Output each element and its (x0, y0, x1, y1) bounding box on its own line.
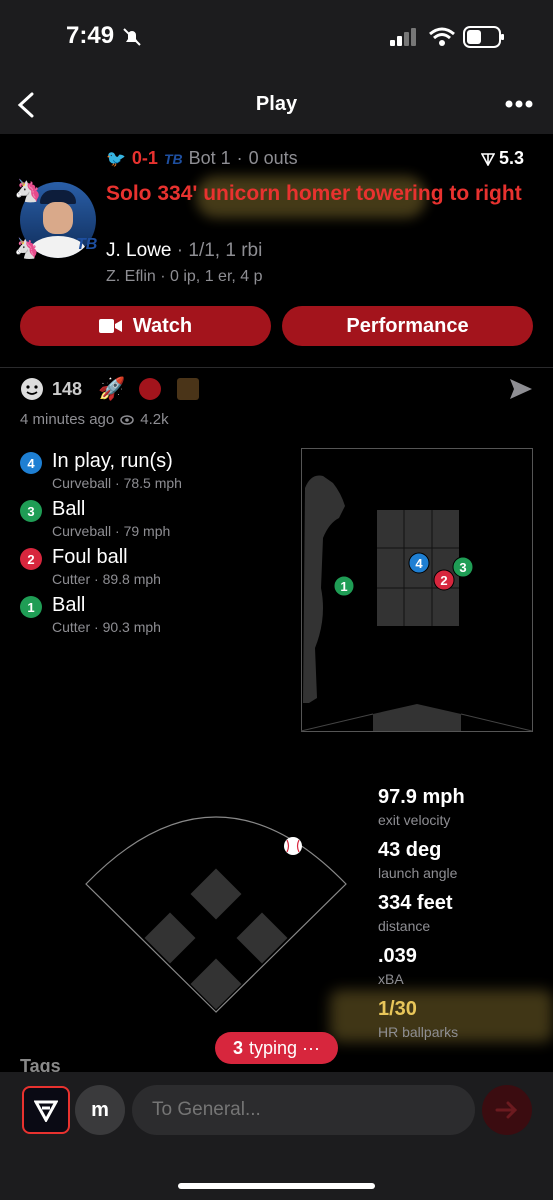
pitch-marker: 1 (333, 575, 355, 597)
pitch-result: Foul ball (52, 546, 128, 568)
wifi-icon (429, 27, 455, 46)
reactions-bar[interactable]: 148 🚀 (20, 376, 200, 402)
post-meta: 4 minutes ago 4.2k (20, 411, 169, 428)
player-sticker-icon[interactable] (177, 378, 200, 400)
reaction-count: 148 (52, 378, 83, 399)
pitch-number-badge: 2 (20, 548, 42, 570)
pitcher-line: Z. Eflin · 0 ip, 1 er, 4 p (106, 268, 263, 285)
svg-text:3: 3 (459, 560, 466, 575)
smiley-icon[interactable] (20, 377, 44, 401)
pitch-list: 4 In play, run(s) Curveball · 78.5 mph 3… (20, 450, 280, 650)
video-camera-icon (98, 319, 122, 333)
strike-zone-diagram: 4 3 2 1 (301, 448, 533, 732)
pitch-number-badge: 3 (20, 500, 42, 522)
stat-value: 43 deg (378, 839, 442, 861)
pitch-speed: 89.8 mph (102, 571, 161, 587)
unicorn-icon: 🦄 (14, 178, 42, 203)
pitch-result: Ball (52, 594, 86, 616)
pitch-speed: 78.5 mph (123, 475, 182, 491)
batter-line: J. Lowe · 1/1, 1 rbi (106, 240, 263, 261)
home-indicator (178, 1183, 375, 1189)
first-base (236, 912, 288, 964)
home-plate-base (190, 958, 242, 1010)
stat-label: xBA (378, 971, 404, 987)
pitch-number-badge: 4 (20, 452, 42, 474)
third-base (144, 912, 196, 964)
pitch-marker: 3 (452, 556, 474, 578)
pitch-type: Cutter (52, 619, 91, 635)
divider (0, 367, 553, 368)
second-base (190, 868, 242, 920)
pitch-marker: 4 (408, 552, 430, 574)
field-diagram (85, 816, 347, 1013)
stat-value: .039 (378, 945, 417, 967)
stat-value: 1/30 (378, 998, 417, 1020)
signal-icon (390, 28, 416, 46)
unicorn-icon: 🦄 (14, 238, 39, 260)
view-count: 4.2k (140, 411, 169, 428)
orioles-logo-icon: 🐦 (106, 150, 126, 168)
share-send-icon[interactable] (508, 377, 534, 401)
typing-count: 3 (233, 1037, 244, 1058)
red-dot-reaction-icon[interactable] (139, 378, 162, 400)
typing-label: typing ··· (249, 1037, 321, 1058)
watch-button[interactable]: Watch (20, 306, 271, 346)
batter-stats: 1/1, 1 rbi (188, 240, 263, 261)
stat-label: exit velocity (378, 812, 451, 828)
pitch-speed: 79 mph (123, 523, 171, 539)
pitch-speed: 90.3 mph (102, 619, 161, 635)
page-title: Play (255, 93, 298, 115)
rating-icon (481, 152, 495, 166)
pitch-type: Curveball (52, 523, 112, 539)
eye-icon (120, 414, 134, 425)
app-logo-button[interactable] (22, 1086, 70, 1134)
svg-text:4: 4 (415, 556, 423, 571)
stat-label: launch angle (378, 865, 458, 881)
message-input[interactable] (132, 1085, 475, 1135)
time-ago: 4 minutes ago (20, 411, 115, 428)
rocket-icon[interactable]: 🚀 (98, 376, 125, 402)
svg-text:2: 2 (440, 573, 447, 588)
stat-label: distance (378, 918, 431, 934)
arrow-right-icon (495, 1101, 518, 1119)
outs: 0 outs (248, 148, 298, 168)
battery-icon (463, 26, 504, 48)
user-avatar[interactable]: m (75, 1085, 125, 1135)
typing-indicator: 3 typing ··· (215, 1032, 339, 1064)
score-line: 🐦 0-1 TB Bot 1 · 0 outs (106, 148, 298, 168)
inning: Bot 1 (188, 148, 231, 168)
score-runs: 0-1 (131, 148, 158, 168)
stat-value: 97.9 mph (378, 786, 465, 808)
stat-label: HR ballparks (378, 1024, 459, 1040)
play-headline: Solo 334' unicorn homer towering to righ… (106, 182, 522, 205)
performance-button[interactable]: Performance (282, 306, 533, 346)
bell-slash-icon (123, 28, 141, 46)
stat-value: 334 feet (378, 892, 453, 914)
status-time: 7:49 (66, 22, 115, 49)
app-logo-icon (34, 1100, 58, 1122)
play-rating: 5.3 (481, 148, 524, 169)
pitch-number-badge: 1 (20, 596, 42, 618)
pitch-type: Curveball (52, 475, 112, 491)
svg-text:1: 1 (340, 579, 347, 594)
send-button[interactable] (482, 1085, 532, 1135)
more-options-icon[interactable] (505, 99, 533, 109)
pitch-result: Ball (52, 498, 86, 520)
baseball-icon (284, 837, 302, 855)
pitch-result: In play, run(s) (52, 450, 173, 472)
pitch-marker: 2 (433, 569, 455, 591)
team-logo-icon: TB (76, 236, 98, 253)
rays-logo-icon: TB (163, 150, 183, 167)
pitch-type: Cutter (52, 571, 91, 587)
batter-name[interactable]: J. Lowe (106, 240, 171, 261)
